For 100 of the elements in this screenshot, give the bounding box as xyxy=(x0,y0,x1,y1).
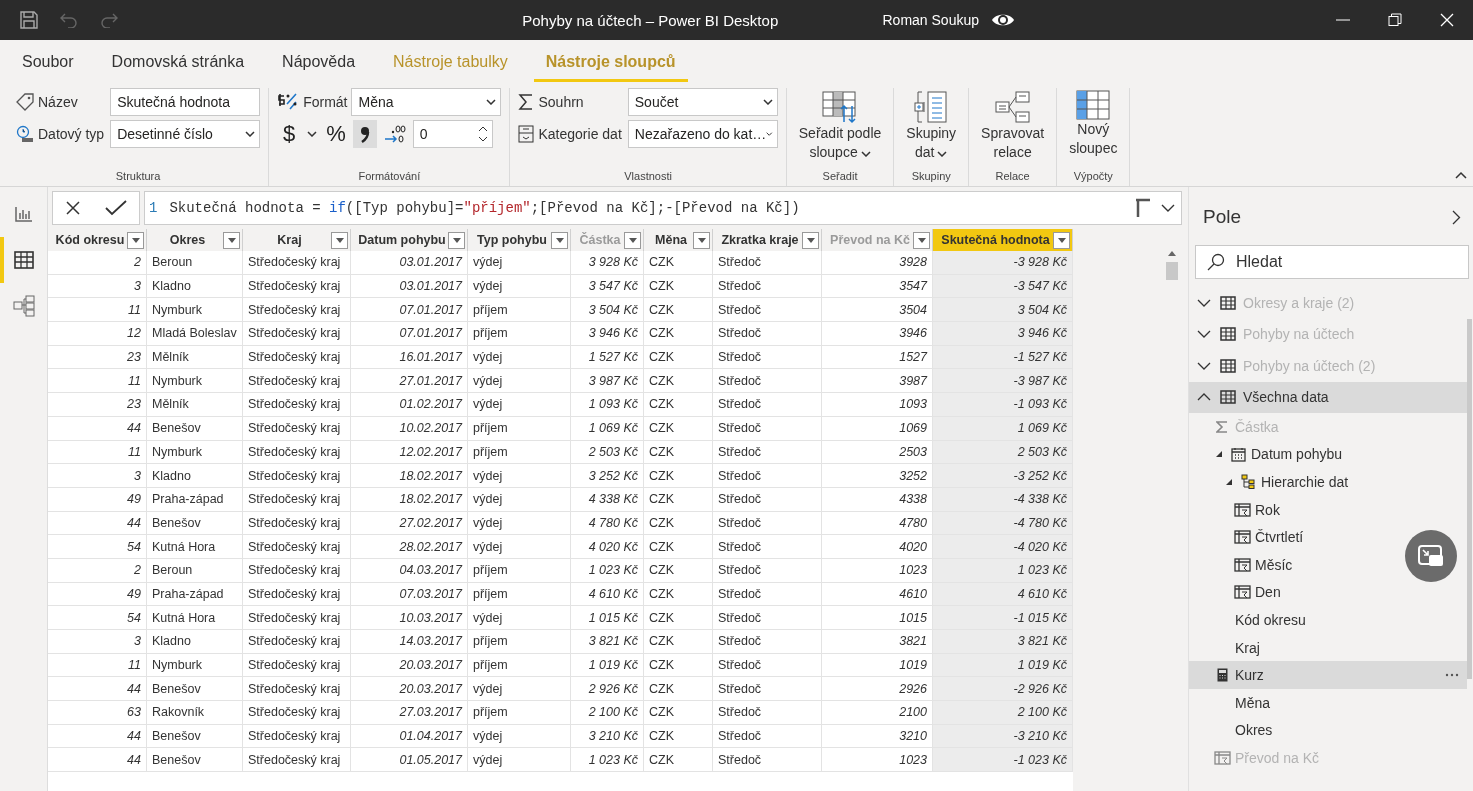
filter-dropdown-icon[interactable] xyxy=(628,237,637,243)
filter-dropdown-icon[interactable] xyxy=(1057,237,1066,243)
save-icon[interactable] xyxy=(18,9,40,31)
triangle-icon[interactable] xyxy=(1225,478,1233,486)
caret-icon xyxy=(766,131,773,137)
chevron-down-icon[interactable] xyxy=(1197,298,1211,307)
filter-dropdown-icon[interactable] xyxy=(697,237,706,243)
filter-dropdown-icon[interactable] xyxy=(917,237,926,243)
table-cell: 3987 xyxy=(822,369,933,394)
table-cell: Středočeský kraj xyxy=(243,582,351,607)
field-name[interactable]: Čtvrtletí xyxy=(1255,529,1467,546)
caret-icon[interactable] xyxy=(305,129,320,139)
close-icon[interactable] xyxy=(1440,13,1454,27)
format-dropdown[interactable]: Měna xyxy=(351,88,502,116)
commit-icon[interactable] xyxy=(103,198,129,218)
data-category-dropdown[interactable]: Nezařazeno do kat… xyxy=(627,120,778,148)
field-name[interactable]: Datum pohybu xyxy=(1251,446,1467,463)
ribbon-tab[interactable]: Nápověda xyxy=(270,53,368,82)
table-cell: Nymburk xyxy=(147,369,243,394)
ribbon-button[interactable]: Seřadit podle sloupce xyxy=(794,88,886,166)
scrollbar[interactable] xyxy=(1467,319,1472,679)
field-name[interactable]: Kód okresu xyxy=(1235,611,1467,628)
column-header[interactable]: Okres xyxy=(147,229,243,251)
field-name[interactable]: Měna xyxy=(1235,694,1467,711)
ribbon-tab[interactable]: Soubor xyxy=(10,53,86,82)
field-name[interactable]: Den xyxy=(1255,584,1467,601)
column-header[interactable]: Typ pohybu xyxy=(468,229,571,251)
table-cell: 03.01.2017 xyxy=(351,274,468,299)
spinner-arrows-icon[interactable] xyxy=(477,126,488,142)
percent-button[interactable]: % xyxy=(323,120,349,148)
chevron-down-icon[interactable] xyxy=(1197,361,1211,370)
field-name[interactable]: Rok xyxy=(1255,501,1467,518)
column-header[interactable]: Datum pohybu xyxy=(351,229,468,251)
table-cell: 23 xyxy=(48,345,147,370)
table-cell: 27.01.2017 xyxy=(351,369,468,394)
table-cell: 3252 xyxy=(822,464,933,488)
name-field[interactable]: Skutečná hodnota xyxy=(110,88,261,116)
column-header[interactable]: Zkratka kraje xyxy=(713,229,822,251)
ribbon-tab[interactable]: Domovská stránka xyxy=(99,53,257,82)
filter-dropdown-icon[interactable] xyxy=(806,237,815,243)
data-type-dropdown[interactable]: Desetinné číslo xyxy=(110,120,261,148)
scroll-up-icon[interactable] xyxy=(1168,251,1176,256)
table-cell: 4338 xyxy=(822,487,933,512)
filter-dropdown-icon[interactable] xyxy=(227,237,236,243)
table-cell: 3821 xyxy=(822,630,933,654)
currency-button[interactable]: $ xyxy=(277,120,302,148)
table-cell: 07.01.2017 xyxy=(351,298,468,323)
ribbon-button[interactable]: Spravovat relace xyxy=(977,88,1049,166)
table-cell: příjem xyxy=(468,630,571,654)
table-cell: Středoč xyxy=(713,251,822,275)
decimal-places-field[interactable]: 0 xyxy=(412,120,493,148)
formula-field[interactable]: 1 Skutečná hodnota = if([Typ pohybu]="příjem";[Převod na Kč];-[Převod na Kč]) xyxy=(144,191,1182,225)
field-name[interactable]: Okres xyxy=(1235,722,1467,739)
field-item-highlight[interactable]: Kurz xyxy=(1189,661,1467,689)
data-type-icon xyxy=(16,125,34,143)
table-cell: 1 023 Kč xyxy=(933,558,1073,583)
filter-dropdown-icon[interactable] xyxy=(335,237,344,243)
column-header[interactable]: Skutečná hodnota xyxy=(933,229,1073,251)
table-cell: Středočeský kraj xyxy=(243,274,351,299)
filter-dropdown-icon[interactable] xyxy=(555,237,564,243)
chevron-down-icon[interactable] xyxy=(1197,330,1211,339)
comma-icon xyxy=(358,124,371,144)
filter-dropdown-icon[interactable] xyxy=(452,237,461,243)
field-name[interactable]: Hierarchie dat xyxy=(1261,474,1467,490)
filter-dropdown-icon[interactable] xyxy=(131,237,140,243)
chevron-up-icon[interactable] xyxy=(1197,393,1211,402)
table-cell: Středoč xyxy=(713,345,822,370)
table-cell: Středočeský kraj xyxy=(243,677,351,702)
model-icon xyxy=(12,295,35,317)
table-cell: 1023 xyxy=(822,748,933,773)
ribbon-button[interactable]: Skupiny dat xyxy=(902,88,961,166)
field-name[interactable]: Kraj xyxy=(1235,639,1467,656)
column-header[interactable]: Kraj xyxy=(243,229,351,251)
user-name: Roman Soukup xyxy=(882,12,979,28)
expand-icon[interactable] xyxy=(1161,204,1175,212)
triangle-icon[interactable] xyxy=(1215,450,1223,459)
table-cell: 2 503 Kč xyxy=(571,440,644,465)
restore-icon[interactable] xyxy=(1388,13,1402,27)
thousands-separator-button[interactable] xyxy=(352,120,377,148)
table-cell: 20.03.2017 xyxy=(351,677,468,702)
field-name[interactable]: Kurz xyxy=(1235,667,1433,684)
search-field[interactable]: Hledat xyxy=(1195,245,1469,279)
table-cell: Praha-západ xyxy=(147,487,243,512)
ribbon-button[interactable]: Nový sloupec xyxy=(1065,88,1122,166)
table-cell: 27.03.2017 xyxy=(351,701,468,725)
table-name[interactable]: Všechna data xyxy=(1243,389,1467,406)
table-cell: 07.01.2017 xyxy=(351,322,468,346)
table-cell: Středoč xyxy=(713,630,822,654)
column-header[interactable]: Měna xyxy=(644,229,713,251)
table-cell: výdej xyxy=(468,724,571,749)
summary-dropdown[interactable]: Součet xyxy=(627,88,778,116)
table-cell: 28.02.2017 xyxy=(351,535,468,559)
table-cell: Středoč xyxy=(713,582,822,607)
scrollbar-thumb[interactable] xyxy=(1166,262,1178,280)
field-name[interactable]: Měsíc xyxy=(1255,556,1467,573)
new-column-icon xyxy=(1076,90,1111,120)
table-cell: 03.01.2017 xyxy=(351,251,468,275)
column-header[interactable]: Kód okresu xyxy=(48,229,147,251)
table-item-highlight[interactable]: Všechna data xyxy=(1189,381,1467,413)
table-cell: příjem xyxy=(468,701,571,725)
